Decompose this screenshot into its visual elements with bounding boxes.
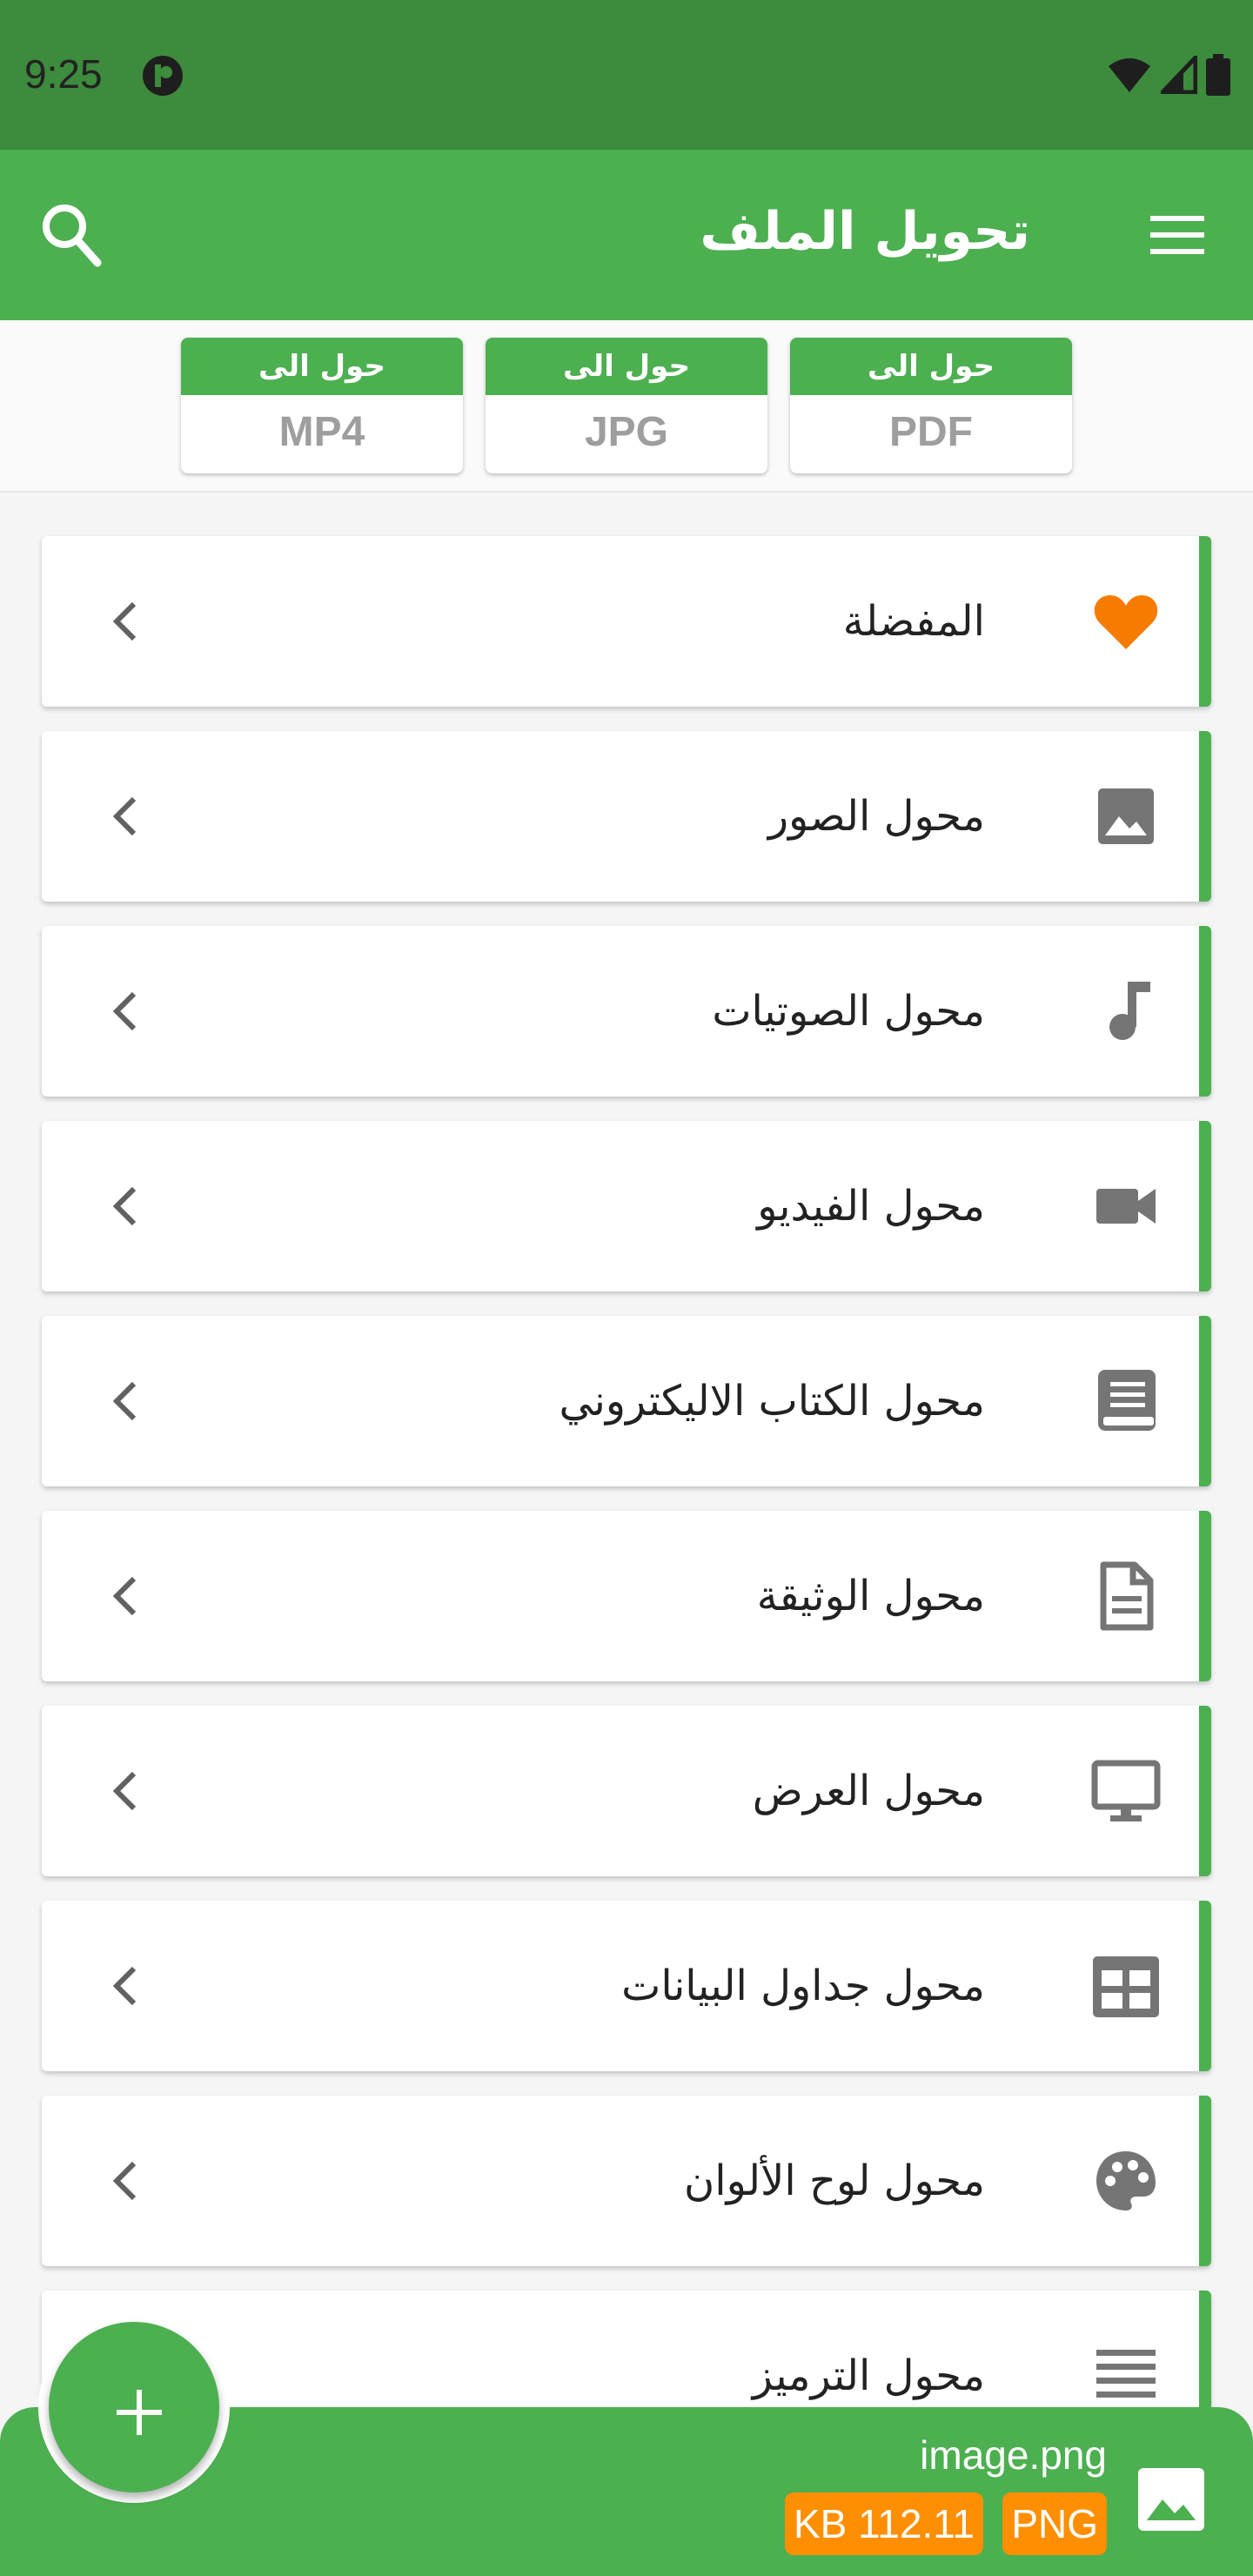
card-accent <box>1199 1901 1211 2071</box>
chevron-left-icon <box>112 991 137 1031</box>
chevron-left-icon <box>112 1771 137 1811</box>
palette-icon <box>1096 2151 1156 2210</box>
chevron-left-icon <box>112 601 137 641</box>
convert-to-label: حول الى <box>790 338 1072 395</box>
quick-convert-row: حول الى MP4 حول الى JPG حول الى PDF <box>0 320 1253 493</box>
card-accent <box>1199 1121 1211 1291</box>
format-label: PDF <box>889 409 973 455</box>
cellular-signal-icon <box>1161 56 1197 94</box>
category-label: محول جداول البيانات <box>621 1962 985 2010</box>
image-icon <box>1138 2468 1204 2531</box>
format-label: JPG <box>584 409 669 455</box>
app-title: تحويل الملف <box>700 201 1030 262</box>
status-icons <box>1107 54 1230 96</box>
category-document-converter[interactable]: محول الوثيقة <box>42 1511 1211 1681</box>
lines-icon <box>1096 2350 1156 2398</box>
category-label: محول لوح الألوان <box>683 2157 985 2205</box>
status-time: 9:25 <box>24 51 103 97</box>
plus-icon <box>117 2390 162 2435</box>
battery-icon <box>1206 54 1230 96</box>
menu-icon[interactable] <box>1147 211 1208 259</box>
chevron-left-icon <box>112 2161 137 2201</box>
video-camera-icon <box>1096 1189 1156 1224</box>
chevron-left-icon <box>112 1381 137 1421</box>
category-palette-converter[interactable]: محول لوح الألوان <box>42 2096 1211 2266</box>
card-accent <box>1199 1511 1211 1681</box>
file-size-badge: KB 112.11 <box>784 2492 983 2555</box>
category-label: محول الصوتيات <box>712 987 985 1036</box>
table-icon <box>1093 1956 1159 2017</box>
format-label: MP4 <box>278 409 365 455</box>
card-accent <box>1199 536 1211 707</box>
category-label: محول الصور <box>767 792 985 841</box>
card-accent <box>1199 926 1211 1097</box>
convert-to-label: حول الى <box>181 338 463 395</box>
image-icon <box>1098 788 1154 844</box>
category-label: محول الوثيقة <box>756 1572 985 1620</box>
status-bar: 9:25 <box>0 0 1253 150</box>
monitor-icon <box>1091 1760 1161 1821</box>
category-spreadsheet-converter[interactable]: محول جداول البيانات <box>42 1901 1211 2071</box>
app-bar: تحويل الملف <box>0 150 1253 320</box>
book-icon <box>1098 1370 1156 1431</box>
category-image-converter[interactable]: محول الصور <box>42 731 1211 902</box>
card-accent <box>1199 731 1211 902</box>
category-label: محول الكتاب الاليكتروني <box>559 1377 986 1426</box>
chevron-left-icon <box>112 1576 137 1616</box>
add-file-button[interactable] <box>49 2322 219 2492</box>
card-accent <box>1199 2096 1211 2266</box>
convert-to-label: حول الى <box>486 338 767 395</box>
convert-to-mp4-button[interactable]: حول الى MP4 <box>181 338 463 473</box>
file-type-badge: PNG <box>1002 2492 1107 2555</box>
app-notification-icon <box>143 56 183 96</box>
music-note-icon <box>1109 982 1150 1040</box>
document-icon <box>1100 1561 1154 1631</box>
chevron-left-icon <box>112 796 137 836</box>
wifi-icon <box>1109 58 1150 92</box>
search-icon[interactable] <box>40 200 104 270</box>
category-favorites[interactable]: المفضلة <box>42 536 1211 707</box>
category-presentation-converter[interactable]: محول العرض <box>42 1706 1211 1876</box>
category-audio-converter[interactable]: محول الصوتيات <box>42 926 1211 1097</box>
category-video-converter[interactable]: محول الفيديو <box>42 1121 1211 1291</box>
category-label: المفضلة <box>842 597 985 646</box>
convert-to-pdf-button[interactable]: حول الى PDF <box>790 338 1072 473</box>
heart-icon <box>1094 595 1158 649</box>
convert-to-jpg-button[interactable]: حول الى JPG <box>486 338 767 473</box>
chevron-left-icon <box>112 1966 137 2006</box>
file-name: image.png <box>920 2432 1107 2478</box>
category-label: محول العرض <box>752 1767 985 1815</box>
chevron-left-icon <box>112 1186 137 1226</box>
category-ebook-converter[interactable]: محول الكتاب الاليكتروني <box>42 1316 1211 1486</box>
category-label: محول الفيديو <box>757 1182 985 1231</box>
card-accent <box>1199 1316 1211 1486</box>
card-accent <box>1199 1706 1211 1876</box>
